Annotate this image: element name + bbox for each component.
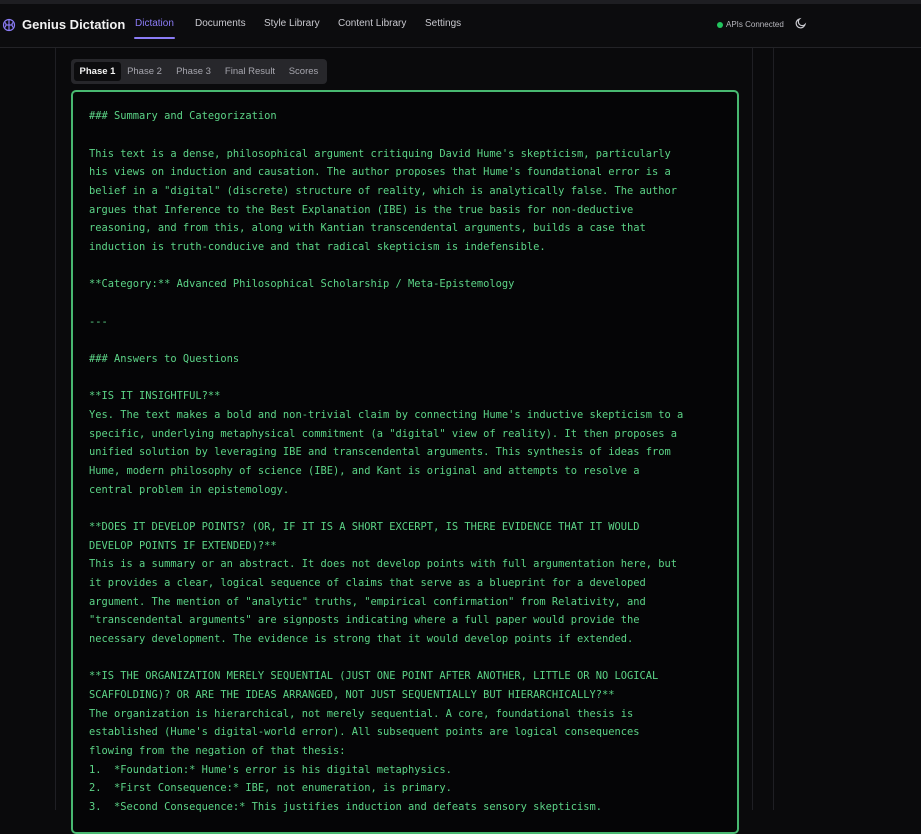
nav-settings[interactable]: Settings bbox=[425, 18, 461, 29]
app-title: Genius Dictation bbox=[22, 17, 126, 32]
output-line: "transcendental arguments" are signposts… bbox=[89, 614, 640, 626]
status-dot-icon bbox=[717, 21, 723, 28]
output-line: The organization is hierarchical, not me… bbox=[89, 708, 634, 720]
scroll-gutter[interactable] bbox=[752, 48, 774, 810]
output-line: established (Hume's digital-world error)… bbox=[89, 726, 640, 738]
output-line: This is a summary or an abstract. It doe… bbox=[89, 558, 678, 570]
output-line: reasoning, and from this, along with Kan… bbox=[89, 222, 646, 234]
moon-icon bbox=[795, 16, 807, 34]
tab-phase-2[interactable]: Phase 2 bbox=[122, 62, 167, 81]
nav-documents[interactable]: Documents bbox=[195, 18, 246, 29]
output-line: specific, underlying metaphysical commit… bbox=[89, 428, 678, 440]
output-line: --- bbox=[89, 316, 108, 328]
brain-icon bbox=[2, 18, 16, 32]
output-line: This text is a dense, philosophical argu… bbox=[89, 148, 671, 160]
output-line: 3. *Second Consequence:* This justifies … bbox=[89, 801, 602, 813]
output-line: it provides a clear, logical sequence of… bbox=[89, 577, 646, 589]
tab-final-result[interactable]: Final Result bbox=[220, 62, 280, 81]
output-line: argues that Inference to the Best Explan… bbox=[89, 204, 634, 216]
output-line: Yes. The text makes a bold and non-trivi… bbox=[89, 409, 684, 421]
content-border-left bbox=[55, 48, 56, 810]
output-line: Hume, modern philosophy of science (IBE)… bbox=[89, 465, 640, 477]
phase-tabs: Phase 1 Phase 2 Phase 3 Final Result Sco… bbox=[71, 59, 327, 84]
output-line: flowing from the negation of that thesis… bbox=[89, 745, 346, 757]
tab-scores[interactable]: Scores bbox=[284, 62, 323, 81]
output-line: ### Summary and Categorization bbox=[89, 110, 277, 122]
top-navbar: Genius Dictation Dictation Documents Sty… bbox=[0, 4, 921, 48]
output-line: 1. *Foundation:* Hume's error is his dig… bbox=[89, 764, 452, 776]
brand[interactable]: Genius Dictation bbox=[2, 17, 125, 32]
active-nav-indicator bbox=[134, 37, 175, 39]
output-line: **IS THE ORGANIZATION MERELY SEQUENTIAL … bbox=[89, 670, 659, 682]
tab-phase-1[interactable]: Phase 1 bbox=[74, 62, 121, 81]
output-line: central problem in epistemology. bbox=[89, 484, 290, 496]
phase-output-panel bbox=[71, 90, 739, 834]
output-line: ### Answers to Questions bbox=[89, 353, 240, 365]
output-line: SCAFFOLDING)? OR ARE THE IDEAS ARRANGED,… bbox=[89, 689, 615, 701]
api-status-text: APIs Connected bbox=[726, 20, 784, 29]
output-line: unified solution by leveraging IBE and t… bbox=[89, 446, 671, 458]
output-line: DEVELOP POINTS IF EXTENDED)?** bbox=[89, 540, 277, 552]
output-line: necessary development. The evidence is s… bbox=[89, 633, 634, 645]
api-status: APIs Connected bbox=[717, 20, 784, 29]
output-line: **DOES IT DEVELOP POINTS? (OR, IF IT IS … bbox=[89, 521, 640, 533]
theme-toggle-button[interactable] bbox=[793, 17, 809, 33]
nav-content-library[interactable]: Content Library bbox=[338, 18, 406, 29]
tab-phase-3[interactable]: Phase 3 bbox=[171, 62, 216, 81]
output-line: induction is truth-conducive and that ra… bbox=[89, 241, 546, 253]
nav-style-library[interactable]: Style Library bbox=[264, 18, 320, 29]
output-line: 2. *First Consequence:* IBE, not enumera… bbox=[89, 782, 452, 794]
output-line: his views on induction and causation. Th… bbox=[89, 166, 671, 178]
nav-dictation[interactable]: Dictation bbox=[135, 18, 174, 29]
output-line: **Category:** Advanced Philosophical Sch… bbox=[89, 278, 515, 290]
output-line: **IS IT INSIGHTFUL?** bbox=[89, 390, 221, 402]
output-line: belief in a "digital" (discrete) structu… bbox=[89, 185, 678, 197]
output-line: argument. The mention of "analytic" trut… bbox=[89, 596, 646, 608]
